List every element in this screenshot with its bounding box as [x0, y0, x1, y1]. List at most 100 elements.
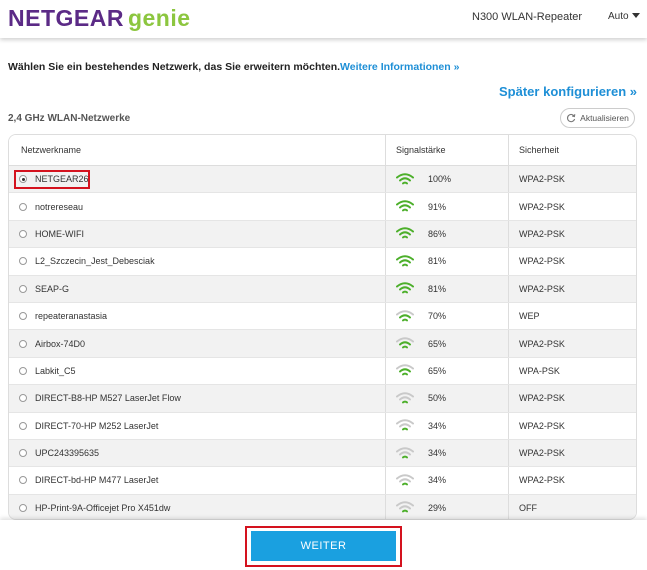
logo-netgear-text: NETGEAR [8, 5, 124, 31]
network-radio[interactable] [19, 284, 27, 293]
network-name: HOME-WIFI [35, 228, 84, 239]
signal-percent: 81% [428, 283, 447, 294]
signal-percent: 65% [428, 338, 447, 349]
instruction-label: Wählen Sie ein bestehendes Netzwerk, das… [8, 61, 341, 73]
network-radio[interactable] [19, 449, 27, 458]
table-row[interactable]: Labkit_C5 65% WPA-PSK [9, 357, 636, 386]
signal-percent: 29% [428, 502, 447, 513]
network-name-cell: Labkit_C5 [9, 357, 386, 385]
table-row[interactable]: DIRECT-B8-HP M527 LaserJet Flow 50% WPA2-P… [9, 385, 636, 413]
network-table: Netzwerkname Signalstärke Sicherheit NET… [8, 134, 637, 520]
security-cell: WPA-PSK [519, 365, 560, 376]
header-signal-strength: Signalstärke [386, 135, 509, 165]
network-radio[interactable] [19, 257, 27, 266]
header-network-name: Netzwerkname [9, 135, 386, 165]
device-name: N300 WLAN-Repeater [472, 11, 583, 23]
signal-cell: 91% [386, 193, 509, 220]
language-value: Auto [608, 11, 629, 22]
signal-percent: 34% [428, 448, 447, 459]
network-name-cell: DIRECT-bd-HP M477 LaserJet [9, 467, 386, 494]
network-name: DIRECT-B8-HP M527 LaserJet Flow [35, 393, 181, 404]
security-cell: WPA2-PSK [519, 475, 565, 486]
signal-cell: 50% [386, 385, 509, 412]
signal-cell: 34% [386, 467, 509, 494]
network-name-cell: Airbox-74D0 [9, 330, 386, 357]
more-info-link[interactable]: Weitere Informationen » [340, 61, 459, 73]
section-title: 2,4 GHz WLAN-Netzwerke [8, 113, 131, 124]
security-cell: WPA2-PSK [519, 256, 565, 267]
network-name-cell: notrereseau [9, 193, 386, 220]
network-name: notrereseau [35, 201, 84, 212]
network-radio[interactable] [19, 394, 27, 403]
header-security: Sicherheit [519, 145, 560, 155]
network-name-cell: HP-Print-9A-Officejet Pro X451dw [9, 494, 386, 519]
signal-cell: 86% [386, 220, 509, 248]
signal-cell: 34% [386, 439, 509, 467]
table-row[interactable]: SEAP-G 81% WPA2-PSK [9, 275, 636, 303]
chevron-down-icon [631, 13, 640, 18]
signal-percent: 65% [428, 365, 447, 376]
network-name-cell: DIRECT-70-HP M252 LaserJet [9, 412, 386, 439]
wifi-signal-icon [396, 501, 414, 513]
logo-genie-text: genie [127, 5, 191, 31]
refresh-button[interactable]: Aktualisieren [560, 108, 635, 128]
signal-percent: 34% [428, 420, 447, 431]
wifi-signal-icon [396, 337, 414, 349]
network-name: DIRECT-70-HP M252 LaserJet [35, 420, 159, 431]
table-row[interactable]: HP-Print-9A-Officejet Pro X451dw 29% OFF [9, 494, 636, 519]
table-row[interactable]: NETGEAR26 100% WPA2-PSK [9, 166, 636, 194]
network-radio[interactable] [19, 503, 27, 512]
network-name: repeateranastasia [35, 311, 108, 322]
table-row[interactable]: repeateranastasia 70% WEP [9, 302, 636, 331]
network-radio[interactable] [19, 421, 27, 430]
table-row[interactable]: HOME-WIFI 86% WPA2-PSK [9, 220, 636, 249]
table-row[interactable]: Airbox-74D0 65% WPA2-PSK [9, 330, 636, 358]
signal-percent: 81% [428, 256, 447, 267]
signal-percent: 50% [428, 393, 447, 404]
wifi-signal-icon [396, 419, 414, 431]
signal-cell: 34% [386, 412, 509, 439]
table-row[interactable]: L2_Szczecin_Jest_Debesciak 81% WPA2-PSK [9, 248, 636, 276]
signal-percent: 91% [428, 201, 447, 212]
network-name-cell: repeateranastasia [9, 302, 386, 330]
network-radio[interactable] [19, 202, 27, 211]
table-row[interactable]: UPC243395635 34% WPA2-PSK [9, 439, 636, 468]
wifi-signal-icon [396, 172, 414, 185]
network-name-cell: L2_Szczecin_Jest_Debesciak [9, 248, 386, 275]
network-name: SEAP-G [35, 283, 70, 294]
wifi-signal-icon [396, 446, 414, 458]
table-row[interactable]: notrereseau 91% WPA2-PSK [9, 193, 636, 221]
table-row[interactable]: DIRECT-bd-HP M477 LaserJet 34% WPA2-PSK [9, 467, 636, 495]
security-cell: WPA2-PSK [519, 393, 565, 404]
network-radio[interactable] [19, 339, 27, 348]
network-radio[interactable] [19, 229, 27, 238]
signal-percent: 100% [428, 174, 452, 185]
signal-cell: 100% [386, 166, 509, 193]
network-name: DIRECT-bd-HP M477 LaserJet [35, 475, 159, 486]
refresh-icon [567, 113, 576, 123]
signal-percent: 86% [428, 228, 447, 239]
security-cell: WPA2-PSK [519, 201, 565, 212]
wifi-signal-icon [396, 282, 414, 294]
security-cell: WPA2-PSK [519, 448, 565, 459]
network-name: L2_Szczecin_Jest_Debesciak [35, 256, 155, 267]
network-name-cell: SEAP-G [9, 275, 386, 302]
signal-cell: 65% [386, 357, 509, 385]
signal-cell: 65% [386, 330, 509, 357]
security-cell: WPA2-PSK [519, 338, 565, 349]
network-radio[interactable] [19, 366, 27, 375]
security-cell: WPA2-PSK [519, 228, 565, 239]
selected-network-highlight [14, 170, 90, 189]
security-cell: WPA2-PSK [519, 420, 565, 431]
language-select[interactable]: Auto [608, 11, 640, 22]
network-name: Labkit_C5 [35, 365, 76, 376]
network-radio[interactable] [19, 476, 27, 485]
network-radio[interactable] [19, 312, 27, 321]
signal-cell: 81% [386, 248, 509, 275]
refresh-label: Aktualisieren [580, 113, 629, 123]
table-row[interactable]: DIRECT-70-HP M252 LaserJet 34% WPA2-PSK [9, 412, 636, 440]
configure-later-link[interactable]: Später konfigurieren » [499, 84, 637, 99]
next-button[interactable]: WEITER [251, 531, 396, 561]
top-bar: NETGEAR genie N300 WLAN-Repeater Auto [0, 0, 647, 38]
table-body: NETGEAR26 100% WPA2-PSK notrereseau 91% WPA2-… [9, 166, 636, 519]
